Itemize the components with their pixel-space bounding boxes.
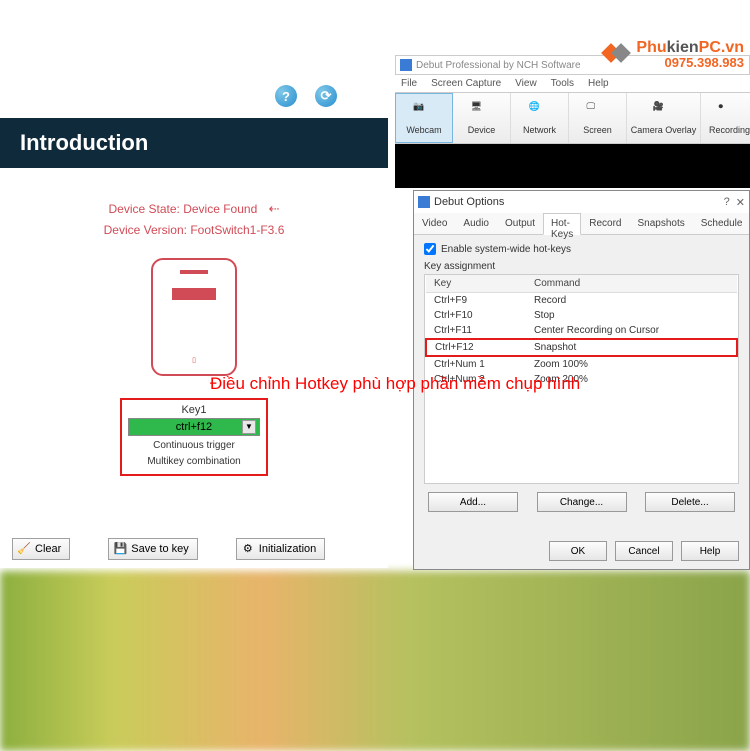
clear-button[interactable]: 🧹Clear xyxy=(12,538,70,560)
tab-schedule[interactable]: Schedule xyxy=(693,213,750,234)
enable-hotkeys-checkbox[interactable]: Enable system-wide hot-keys xyxy=(424,243,739,255)
rec-icon: ⏺ xyxy=(719,101,741,123)
dialog-icon xyxy=(418,196,430,208)
webcam-icon: 📷 xyxy=(413,101,435,123)
tab-audio[interactable]: Audio xyxy=(455,213,497,234)
change-button[interactable]: Change... xyxy=(537,492,627,512)
col-command[interactable]: Command xyxy=(526,275,737,293)
menu-file[interactable]: File xyxy=(401,78,417,89)
banner-title: Introduction xyxy=(20,130,148,156)
ribbon-webcam[interactable]: 📷Webcam xyxy=(395,93,453,143)
device-version-label: Device Version: xyxy=(104,223,187,237)
overlay-icon: 🎥 xyxy=(653,101,675,123)
annotation-text: Điều chỉnh Hotkey phù hợp phần mềm chụp … xyxy=(210,374,580,394)
gear-icon: ⚙ xyxy=(241,542,255,556)
menu-help[interactable]: Help xyxy=(588,78,609,89)
network-icon: 🌐 xyxy=(529,101,551,123)
help-button[interactable]: Help xyxy=(681,541,739,561)
debut-ribbon: 📷Webcam 🖥Device 🌐Network 🖵Screen 🎥Camera… xyxy=(395,92,750,144)
tab-video[interactable]: Video xyxy=(414,213,455,234)
init-button[interactable]: ⚙Initialization xyxy=(236,538,325,560)
dialog-tabs: Video Audio Output Hot-Keys Record Snaps… xyxy=(414,213,749,235)
device-state-label: Device State: xyxy=(108,202,179,216)
table-row[interactable]: Ctrl+F10Stop xyxy=(426,308,737,323)
ribbon-screen[interactable]: 🖵Screen xyxy=(569,93,627,143)
help-icon[interactable]: ? xyxy=(275,85,297,107)
logo-icon xyxy=(604,40,630,66)
table-row-highlighted[interactable]: Ctrl+F12Snapshot xyxy=(426,339,737,356)
close-icon[interactable]: ✕ xyxy=(736,196,745,209)
debut-preview xyxy=(395,144,750,188)
table-row[interactable]: Ctrl+Num 1Zoom 100% xyxy=(426,356,737,372)
table-row[interactable]: Ctrl+F9Record xyxy=(426,293,737,309)
usb-icon: ⇠ xyxy=(269,198,280,220)
save-icon: 💾 xyxy=(113,542,127,556)
logo-phone: 0975.398.983 xyxy=(636,56,744,69)
device-icon: 🖥 xyxy=(471,101,493,123)
delete-button[interactable]: Delete... xyxy=(645,492,735,512)
help-icon[interactable]: ? xyxy=(724,196,730,209)
refresh-icon[interactable]: ⟳ xyxy=(315,85,337,107)
tab-output[interactable]: Output xyxy=(497,213,543,234)
ribbon-overlay[interactable]: 🎥Camera Overlay xyxy=(627,93,701,143)
debut-menubar: File Screen Capture View Tools Help xyxy=(395,75,750,92)
tab-snapshots[interactable]: Snapshots xyxy=(629,213,692,234)
col-key[interactable]: Key xyxy=(426,275,526,293)
key1-sub1: Continuous trigger xyxy=(128,439,260,452)
ribbon-recording[interactable]: ⏺Recording xyxy=(701,93,750,143)
device-version-value: FootSwitch1-F3.6 xyxy=(190,223,284,237)
banner: Introduction xyxy=(0,118,388,168)
debut-app-icon xyxy=(400,59,412,71)
tab-record[interactable]: Record xyxy=(581,213,629,234)
add-button[interactable]: Add... xyxy=(428,492,518,512)
pedal-diagram: ▯ xyxy=(151,258,237,376)
key1-sub2: Multikey combination xyxy=(128,455,260,468)
menu-screencapture[interactable]: Screen Capture xyxy=(431,78,501,89)
key1-select[interactable]: ctrl+f12 ▼ xyxy=(128,418,260,436)
key1-config-box: Key1 ctrl+f12 ▼ Continuous trigger Multi… xyxy=(120,398,268,476)
ribbon-network[interactable]: 🌐Network xyxy=(511,93,569,143)
menu-tools[interactable]: Tools xyxy=(551,78,574,89)
clear-icon: 🧹 xyxy=(17,542,31,556)
ribbon-device[interactable]: 🖥Device xyxy=(453,93,511,143)
group-label: Key assignment xyxy=(424,261,739,272)
watermark-logo: PhukienPC.vn 0975.398.983 xyxy=(636,40,744,69)
cancel-button[interactable]: Cancel xyxy=(615,541,673,561)
background-blur xyxy=(0,571,750,751)
chevron-down-icon[interactable]: ▼ xyxy=(242,420,256,434)
table-row[interactable]: Ctrl+F11Center Recording on Cursor xyxy=(426,323,737,339)
left-panel: Device State: Device Found ⇠ Device Vers… xyxy=(0,168,388,568)
menu-view[interactable]: View xyxy=(515,78,537,89)
save-button[interactable]: 💾Save to key xyxy=(108,538,197,560)
ok-button[interactable]: OK xyxy=(549,541,607,561)
screen-icon: 🖵 xyxy=(587,101,609,123)
dialog-titlebar: Debut Options ?✕ xyxy=(414,191,749,213)
tab-hotkeys[interactable]: Hot-Keys xyxy=(543,213,581,235)
key1-label: Key1 xyxy=(128,404,260,416)
device-state-value: Device Found xyxy=(183,202,257,216)
